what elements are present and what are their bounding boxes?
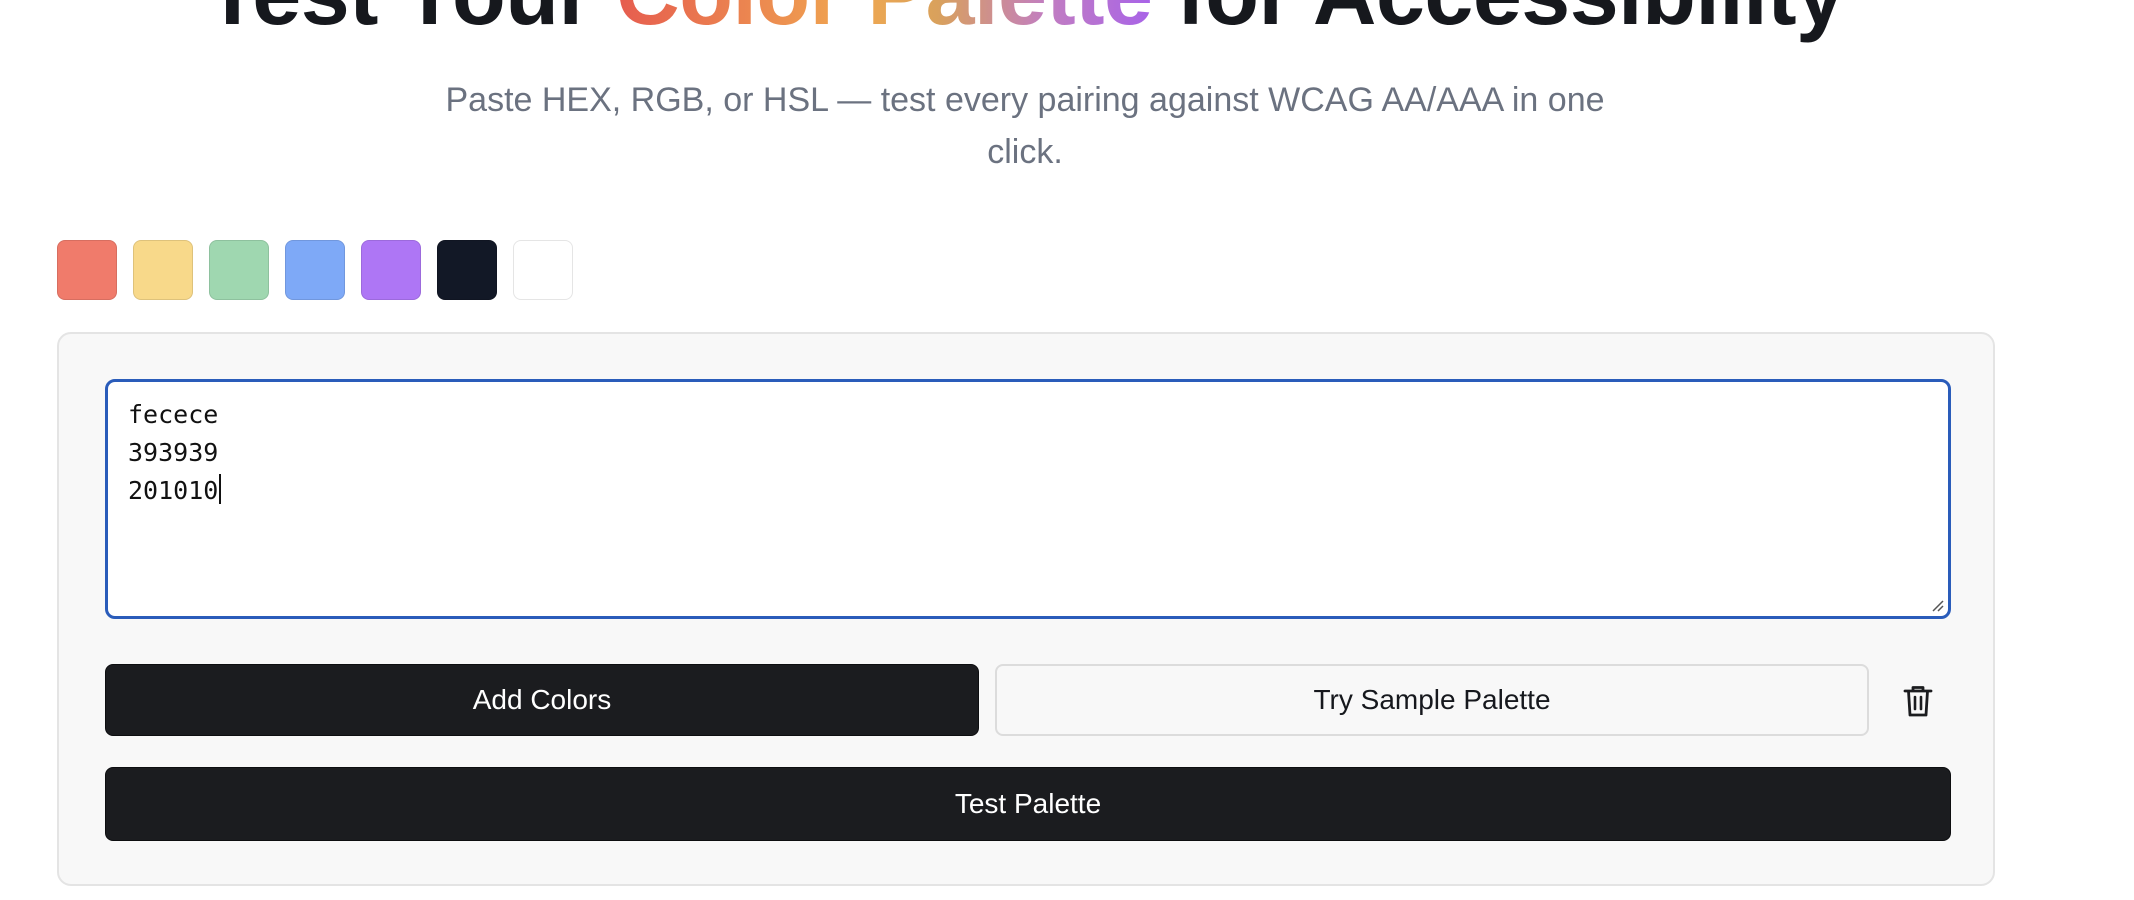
input-line-3-text: 201010	[128, 476, 219, 505]
input-line-1: fecece	[128, 400, 219, 429]
palette-textarea[interactable]: fecece 393939 201010	[105, 379, 1951, 619]
trash-icon[interactable]	[1902, 684, 1934, 718]
title-prefix: Test Your	[206, 0, 617, 43]
swatch-white[interactable]	[513, 240, 573, 300]
swatch-navy[interactable]	[437, 240, 497, 300]
input-line-3: 201010	[128, 472, 1928, 510]
palette-input-card: fecece 393939 201010 Add Colors Try Sample…	[57, 332, 1995, 886]
title-suffix: for Accessibility	[1152, 0, 1845, 43]
page-subtitle: Paste HEX, RGB, or HSL — test every pair…	[445, 81, 1605, 171]
test-palette-button[interactable]: Test Palette	[105, 767, 1951, 841]
try-sample-palette-button[interactable]: Try Sample Palette	[995, 664, 1869, 736]
add-colors-button[interactable]: Add Colors	[105, 664, 979, 736]
swatch-blue[interactable]	[285, 240, 345, 300]
page-title: Test Your Color Palette for Accessibilit…	[0, 0, 2050, 46]
swatch-yellow[interactable]	[133, 240, 193, 300]
text-caret	[219, 474, 222, 504]
swatch-green[interactable]	[209, 240, 269, 300]
swatch-row	[57, 240, 573, 300]
swatch-purple[interactable]	[361, 240, 421, 300]
input-line-2: 393939	[128, 438, 219, 467]
page: Test Your Color Palette for Accessibilit…	[0, 0, 2134, 900]
swatch-coral[interactable]	[57, 240, 117, 300]
title-highlight: Color Palette	[616, 0, 1153, 43]
resize-handle-icon[interactable]	[1930, 598, 1944, 612]
